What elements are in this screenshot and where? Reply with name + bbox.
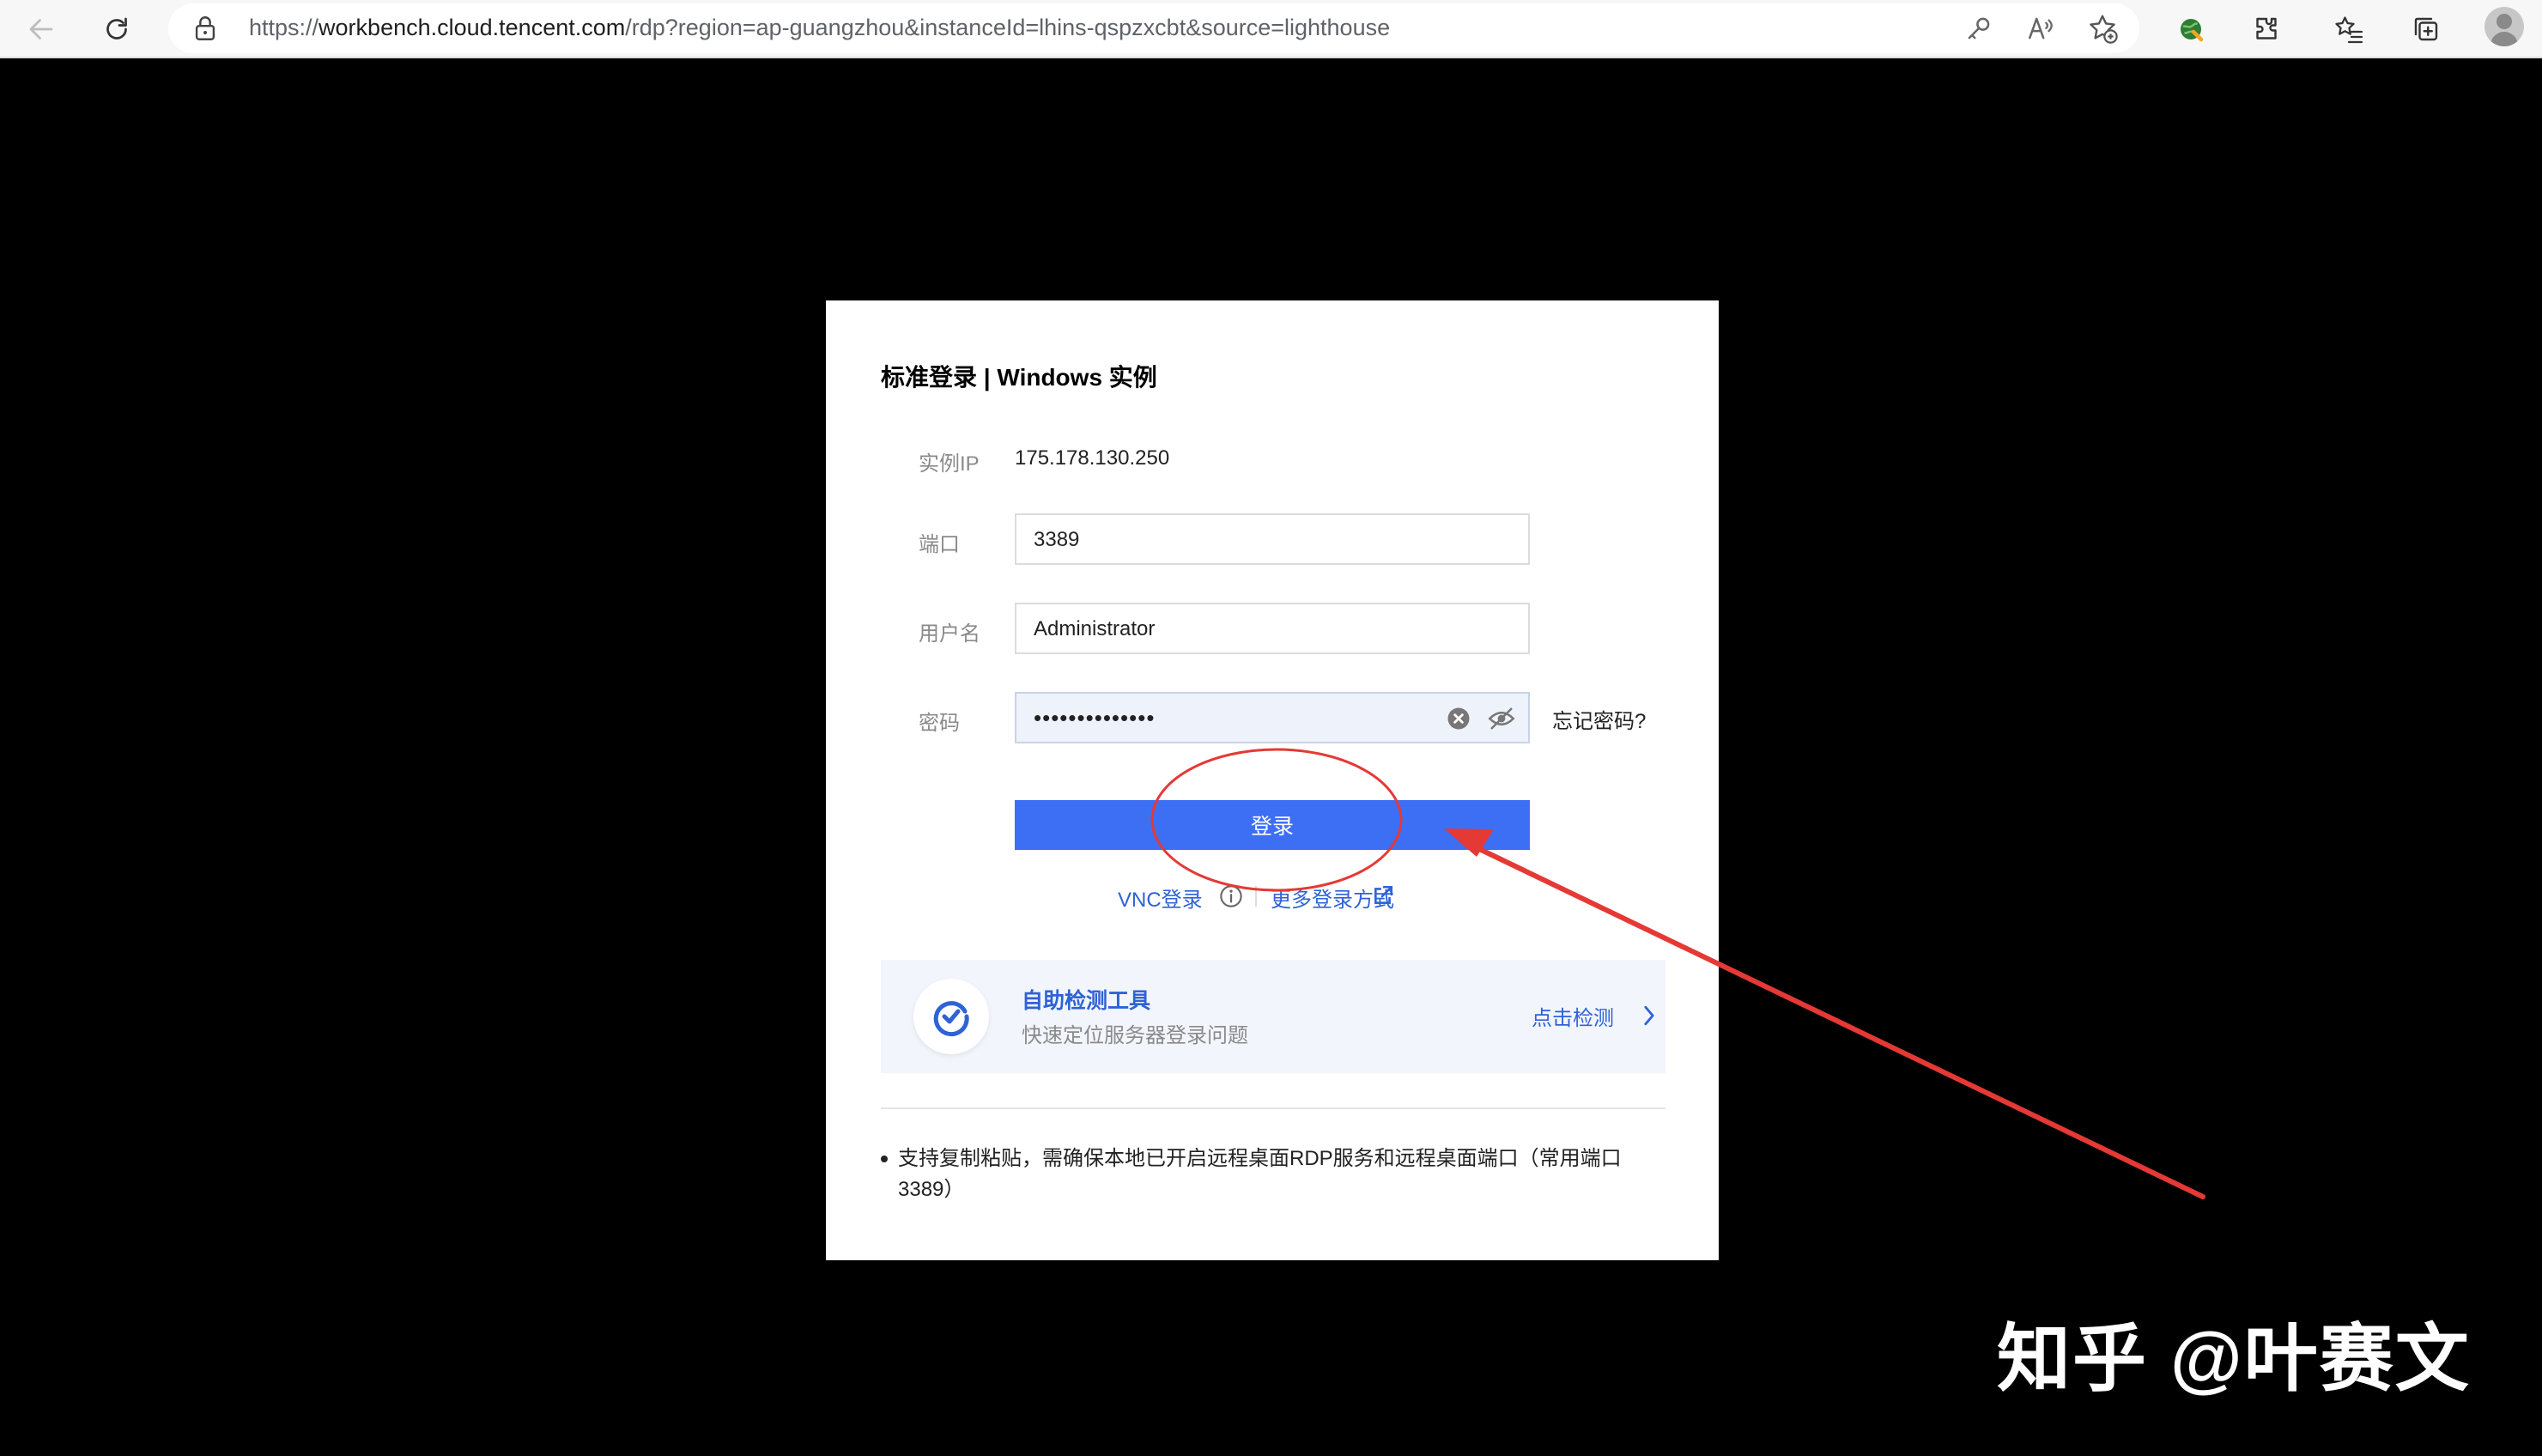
- reload-icon: [106, 17, 127, 39]
- chevron-right-icon[interactable]: [1643, 1004, 1655, 1027]
- password-label: 密码: [919, 712, 960, 735]
- login-button-label: 登录: [1250, 815, 1294, 839]
- instance-ip-label: 实例IP: [919, 452, 980, 476]
- reload-button[interactable]: [93, 5, 141, 53]
- collections-button[interactable]: [2402, 5, 2450, 53]
- browser-toolbar: https://workbench.cloud.tencent.com/rdp?…: [0, 0, 2542, 58]
- username-label: 用户名: [919, 622, 980, 646]
- url-prefix: https://: [249, 15, 319, 40]
- puzzle-icon: [2256, 17, 2277, 39]
- port-input[interactable]: 3389: [1015, 513, 1530, 565]
- back-button[interactable]: [17, 5, 65, 53]
- username-value: Administrator: [1034, 617, 1156, 640]
- run-check-link[interactable]: 点击检测: [1532, 1001, 1614, 1031]
- port-value: 3389: [1034, 528, 1080, 551]
- back-arrow-icon: [29, 19, 53, 39]
- zhihu-watermark: 知乎 @叶赛文: [1997, 1318, 2471, 1400]
- info-icon[interactable]: [1219, 884, 1243, 908]
- section-divider: [881, 1107, 1665, 1109]
- url-text[interactable]: https://workbench.cloud.tencent.com/rdp?…: [249, 15, 1390, 41]
- self-check-icon-wrap: [913, 979, 989, 1054]
- vnc-login-link[interactable]: VNC登录: [1118, 883, 1203, 913]
- extension-globe-button[interactable]: [2167, 5, 2215, 53]
- login-dialog: 标准登录 | Windows 实例 实例IP 175.178.130.250 端…: [826, 300, 1719, 1260]
- dialog-title: 标准登录 | Windows 实例: [881, 364, 1157, 391]
- forgot-password-link[interactable]: 忘记密码?: [1552, 704, 1646, 734]
- diagnostic-gauge-icon: [933, 1001, 969, 1037]
- url-path: /rdp?region=ap-guangzhou&instanceId=lhin…: [625, 15, 1391, 40]
- external-link-icon[interactable]: [1372, 884, 1394, 907]
- favorites-button[interactable]: [2325, 5, 2373, 53]
- globe-extension-icon: [2181, 19, 2204, 42]
- read-aloud-icon[interactable]: [2024, 12, 2057, 45]
- password-input[interactable]: ••••••••••••••: [1015, 692, 1530, 743]
- port-label: 端口: [919, 533, 960, 556]
- eye-hidden-icon[interactable]: [1487, 706, 1516, 731]
- bullet-dot: [881, 1156, 888, 1162]
- extensions-button[interactable]: [2242, 5, 2290, 53]
- instance-ip-value: 175.178.130.250: [1015, 446, 1170, 470]
- favorite-add-icon[interactable]: [2086, 12, 2119, 45]
- url-host: workbench.cloud.tencent.com: [319, 15, 626, 40]
- password-value: ••••••••••••••: [1034, 705, 1156, 731]
- self-check-tool-card: 自助检测工具 快速定位服务器登录问题 点击检测: [881, 960, 1665, 1073]
- links-separator: [1255, 886, 1257, 907]
- rdp-note-text: 支持复制粘贴，需确保本地已开启远程桌面RDP服务和远程桌面端口（常用端口3389…: [898, 1147, 1622, 1201]
- login-button[interactable]: 登录: [1015, 800, 1530, 850]
- favorites-list-icon: [2335, 16, 2363, 44]
- address-bar[interactable]: https://workbench.cloud.tencent.com/rdp?…: [168, 3, 2139, 53]
- self-check-subtitle: 快速定位服务器登录问题: [1022, 1024, 1248, 1047]
- self-check-title: 自助检测工具: [1022, 989, 1151, 1013]
- key-icon[interactable]: [1963, 12, 1995, 45]
- profile-avatar[interactable]: [2484, 7, 2524, 46]
- collections-icon: [2414, 17, 2438, 41]
- lock-icon[interactable]: [191, 14, 220, 43]
- clear-icon[interactable]: [1446, 706, 1471, 731]
- username-input[interactable]: Administrator: [1015, 603, 1530, 654]
